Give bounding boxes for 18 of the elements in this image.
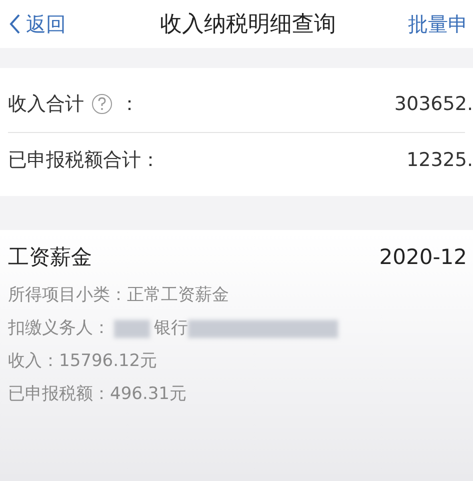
redaction-blur bbox=[114, 320, 150, 338]
summary-value: 12325. bbox=[406, 148, 473, 174]
income-type: 工资薪金 bbox=[8, 244, 92, 271]
detail-text: 所得项目小类：正常工资薪金 bbox=[8, 284, 229, 308]
page-title: 收入纳税明细查询 bbox=[160, 10, 336, 38]
batch-button[interactable]: 批量申 bbox=[408, 9, 468, 39]
colon-text: ： bbox=[120, 92, 139, 117]
help-icon[interactable] bbox=[92, 94, 112, 114]
detail-text: 已申报税额：496.31元 bbox=[8, 383, 186, 406]
summary-label: 收入合计 bbox=[8, 92, 84, 117]
summary-label: 已申报税额合计： bbox=[8, 148, 160, 174]
back-icon bbox=[8, 13, 22, 35]
summary-value: 303652. bbox=[394, 92, 473, 117]
detail-label: 扣缴义务人： bbox=[8, 317, 110, 340]
detail-value: 银行 bbox=[154, 317, 188, 340]
back-button[interactable]: 返回 bbox=[0, 9, 66, 39]
detail-text: 收入：15796.12元 bbox=[8, 350, 158, 374]
record-period: 2020-12 bbox=[379, 244, 467, 271]
